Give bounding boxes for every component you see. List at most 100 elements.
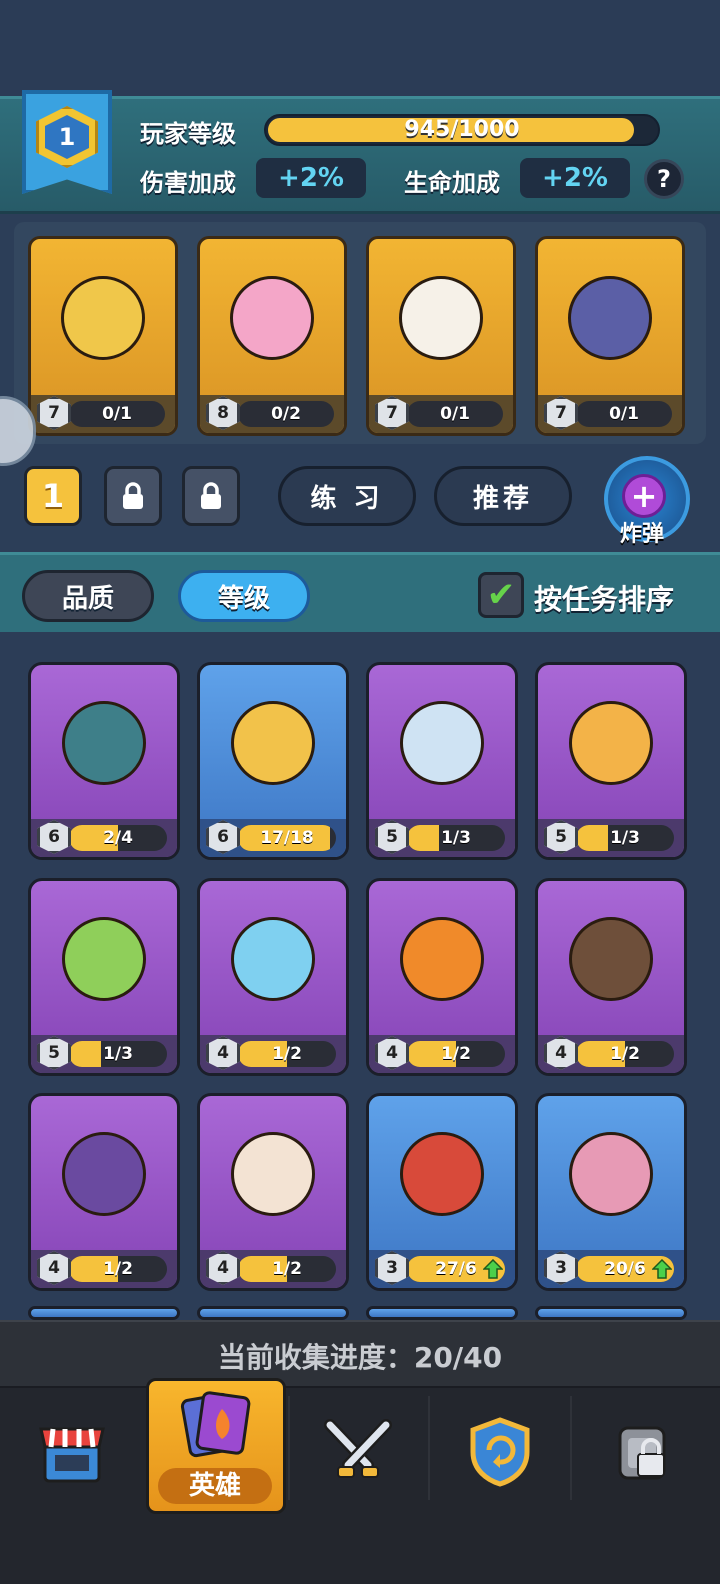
ice-princess-hero-icon xyxy=(231,1132,315,1216)
cat-priest-hero-portrait xyxy=(369,239,513,397)
sort-by-task-checkbox[interactable]: ✔ xyxy=(478,572,524,618)
card-progress-bar: 0/1 xyxy=(576,401,672,427)
card-progress-bar: 17/18 xyxy=(238,825,336,851)
card-progress-text: 1/2 xyxy=(272,1044,302,1064)
knight-hero-icon xyxy=(61,276,145,360)
deck-slot-3-locked[interactable] xyxy=(182,466,240,526)
zombie-pirate-hero-icon xyxy=(62,701,146,785)
ice-princess-hero-portrait xyxy=(200,1096,346,1252)
player-level-number: 1 xyxy=(45,115,89,159)
sort-level-button[interactable]: 等级 xyxy=(178,570,310,622)
card-progress-bar: 0/1 xyxy=(407,401,503,427)
player-level-label: 玩家等级 xyxy=(140,120,236,148)
card-progress-bar: 1/3 xyxy=(69,1041,167,1067)
hero-card[interactable]: 27/6 3 xyxy=(366,1093,518,1291)
ronin-hero-portrait xyxy=(538,881,684,1037)
card-progress-bar: 1/3 xyxy=(407,825,505,851)
xp-progress-bar: 945/1000 xyxy=(264,114,660,146)
practice-button[interactable]: 练 习 xyxy=(278,466,416,526)
hp-bonus-label: 生命加成 xyxy=(404,169,500,197)
nav-battle-button[interactable] xyxy=(288,1396,428,1508)
card-progress-text: 1/3 xyxy=(610,828,640,848)
hero-card[interactable]: 1/3 5 xyxy=(28,878,180,1076)
card-progress-bar: 1/2 xyxy=(576,1041,674,1067)
card-progress-text: 0/1 xyxy=(609,404,639,424)
collection-progress-text: 当前收集进度：20/40 xyxy=(217,1341,503,1374)
damage-bonus-label: 伤害加成 xyxy=(140,169,236,197)
team-hero-card[interactable]: 0/1 7 xyxy=(366,236,516,436)
card-progress-text: 1/2 xyxy=(103,1259,133,1279)
dryad-hero-portrait xyxy=(31,881,177,1037)
fire-spirit-hero-portrait xyxy=(369,881,515,1037)
team-hero-card[interactable]: 0/1 7 xyxy=(535,236,685,436)
hero-card[interactable]: 1/2 4 xyxy=(197,1093,349,1291)
viking-hero-portrait xyxy=(369,1096,515,1252)
viking-hero-icon xyxy=(400,1132,484,1216)
card-progress-text: 2/4 xyxy=(103,828,133,848)
knight-hero-portrait xyxy=(31,239,175,397)
damage-bonus-value: +2% xyxy=(256,158,366,198)
lock-icon xyxy=(123,482,143,509)
xp-progress-text: 945/1000 xyxy=(404,117,520,142)
hero-card-partial[interactable] xyxy=(535,1306,687,1320)
help-button[interactable]: ? xyxy=(644,159,684,199)
cat-priest-hero-icon xyxy=(399,276,483,360)
card-progress-text: 1/2 xyxy=(272,1259,302,1279)
hero-card-partial[interactable] xyxy=(366,1306,518,1320)
slime-hero-portrait xyxy=(200,881,346,1037)
hero-card[interactable]: 1/2 4 xyxy=(28,1093,180,1291)
nav-shop-button[interactable] xyxy=(2,1396,142,1508)
nav-heroes-label: 英雄 xyxy=(158,1468,272,1504)
top-area xyxy=(0,0,720,96)
hero-card[interactable]: 1/2 4 xyxy=(366,878,518,1076)
dryad-hero-icon xyxy=(62,917,146,1001)
card-progress-text: 1/2 xyxy=(441,1044,471,1064)
hero-card-partial[interactable] xyxy=(197,1306,349,1320)
nav-clan-button[interactable] xyxy=(430,1396,570,1508)
clan-icon xyxy=(470,1417,530,1487)
upgrade-arrow-icon xyxy=(652,1259,672,1279)
shadow-mage-hero-icon xyxy=(568,276,652,360)
card-progress-text: 1/3 xyxy=(441,828,471,848)
upgrade-arrow-icon xyxy=(483,1259,503,1279)
minotaur-hero-icon xyxy=(62,1132,146,1216)
card-progress-text: 0/1 xyxy=(102,404,132,424)
bomb-plus-icon: + xyxy=(622,474,666,518)
gladiator-hero-icon xyxy=(231,701,315,785)
bomb-label: 炸弹 xyxy=(620,522,665,547)
card-progress-text: 0/1 xyxy=(440,404,470,424)
fire-spirit-hero-icon xyxy=(400,917,484,1001)
card-progress-bar: 20/6 xyxy=(576,1256,674,1282)
hero-card[interactable]: 2/4 6 xyxy=(28,662,180,860)
yeti-hero-icon xyxy=(400,701,484,785)
hero-card[interactable]: 1/2 4 xyxy=(197,878,349,1076)
card-progress-bar: 27/6 xyxy=(407,1256,505,1282)
card-progress-bar: 1/2 xyxy=(69,1256,167,1282)
hero-card[interactable]: 20/6 3 xyxy=(535,1093,687,1291)
pink-ninja-hero-portrait xyxy=(200,239,344,397)
card-progress-bar: 2/4 xyxy=(69,825,167,851)
pink-ninja-hero-icon xyxy=(230,276,314,360)
hero-card-partial[interactable] xyxy=(28,1306,180,1320)
deck-slot-2-locked[interactable] xyxy=(104,466,162,526)
slime-hero-icon xyxy=(231,917,315,1001)
hero-card[interactable]: 17/18 6 xyxy=(197,662,349,860)
team-hero-card[interactable]: 0/1 7 xyxy=(28,236,178,436)
team-hero-card[interactable]: 0/2 8 xyxy=(197,236,347,436)
deck-slot-1[interactable]: 1 xyxy=(24,466,82,526)
recommend-button[interactable]: 推荐 xyxy=(434,466,572,526)
hero-card[interactable]: 1/3 5 xyxy=(366,662,518,860)
ronin-hero-icon xyxy=(569,917,653,1001)
hero-card[interactable]: 1/3 5 xyxy=(535,662,687,860)
nav-locked-button[interactable] xyxy=(572,1396,712,1508)
card-progress-text: 1/2 xyxy=(610,1044,640,1064)
yeti-hero-portrait xyxy=(369,665,515,821)
card-progress-bar: 1/2 xyxy=(238,1256,336,1282)
minotaur-hero-portrait xyxy=(31,1096,177,1252)
hero-card[interactable]: 1/2 4 xyxy=(535,878,687,1076)
card-progress-text: 17/18 xyxy=(260,828,314,848)
sort-quality-button[interactable]: 品质 xyxy=(22,570,154,622)
locked-icon xyxy=(618,1426,666,1480)
bird-squad-hero-icon xyxy=(569,1132,653,1216)
hp-bonus-value: +2% xyxy=(520,158,630,198)
